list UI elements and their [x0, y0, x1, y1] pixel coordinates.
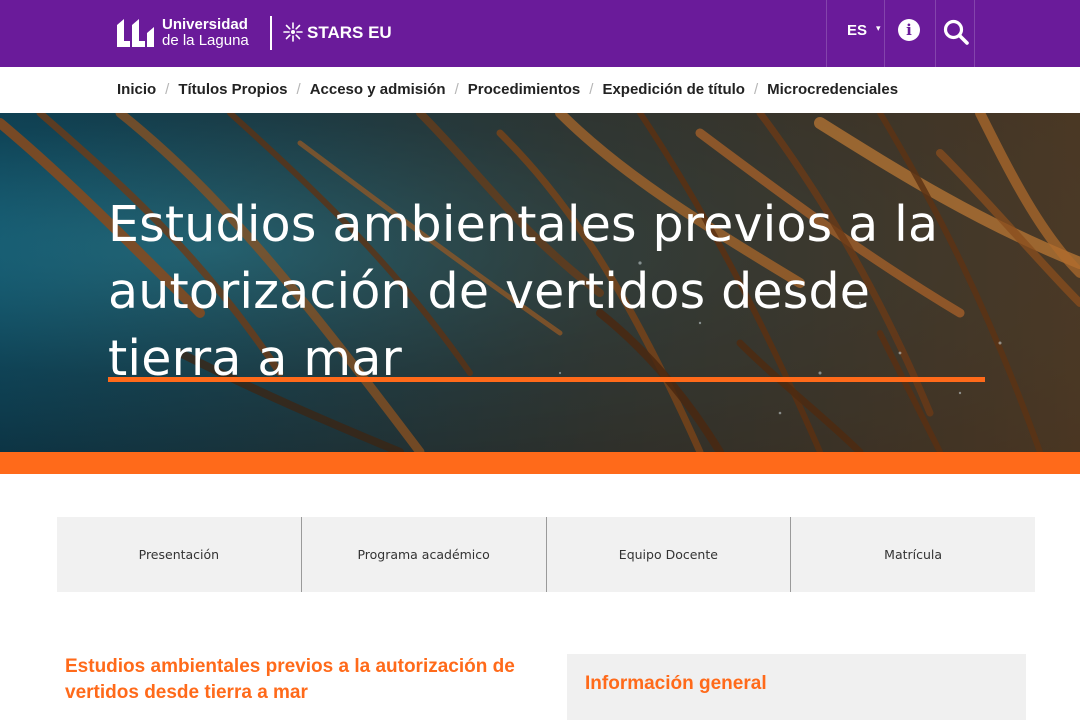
language-selector[interactable]: ES — [847, 22, 867, 39]
nav-separator: / — [165, 81, 170, 98]
hero-title-underline — [108, 377, 985, 382]
course-title: Estudios ambientales previos a la autori… — [65, 656, 515, 703]
header-divider — [826, 0, 827, 67]
nav-separator: / — [296, 81, 301, 98]
header-divider — [935, 0, 936, 67]
tab-matricula[interactable]: Matrícula — [791, 517, 1035, 592]
orange-accent-band — [0, 452, 1080, 474]
nav-separator: / — [454, 81, 459, 98]
logo-line-2: de la Laguna — [162, 32, 249, 49]
nav-list: Inicio / Títulos Propios / Acceso y admi… — [117, 81, 898, 98]
logo-line-1: Universidad — [162, 16, 248, 33]
header-divider — [884, 0, 885, 67]
university-logo-text[interactable]: Universidad de la Laguna — [162, 17, 249, 49]
nav-separator: / — [589, 81, 594, 98]
hero-banner: Estudios ambientales previos a la autori… — [0, 113, 1080, 452]
nav-item-expedicion-titulo[interactable]: Expedición de título — [602, 81, 745, 98]
hero-title: Estudios ambientales previos a la autori… — [108, 196, 939, 387]
general-info-heading: Información general — [585, 673, 767, 694]
search-icon[interactable] — [942, 18, 970, 46]
info-icon[interactable]: i — [898, 19, 920, 41]
ull-logo-icon[interactable] — [117, 17, 155, 49]
nav-item-titulos-propios[interactable]: Títulos Propios — [178, 81, 287, 98]
stars-eu-label[interactable]: STARS EU — [307, 23, 392, 43]
nav-separator: / — [753, 81, 759, 98]
stars-eu-icon — [283, 22, 303, 42]
main-navigation: Inicio / Títulos Propios / Acceso y admi… — [0, 67, 1080, 113]
tab-equipo-docente[interactable]: Equipo Docente — [547, 517, 792, 592]
nav-item-acceso-admision[interactable]: Acceso y admisión — [310, 81, 446, 98]
section-tabs: Presentación Programa académico Equipo D… — [57, 517, 1035, 592]
logo-divider — [270, 16, 272, 50]
nav-item-inicio[interactable]: Inicio — [117, 81, 156, 98]
nav-item-microcredenciales[interactable]: Microcredenciales — [767, 81, 898, 98]
header-divider — [974, 0, 975, 67]
tab-presentacion[interactable]: Presentación — [57, 517, 302, 592]
chevron-down-icon[interactable]: ▾ — [876, 24, 881, 34]
top-bar: Universidad de la Laguna STARS EU ES ▾ i — [0, 0, 1080, 67]
general-info-panel: Información general — [567, 654, 1026, 720]
tab-programa-academico[interactable]: Programa académico — [302, 517, 547, 592]
nav-item-procedimientos[interactable]: Procedimientos — [468, 81, 581, 98]
